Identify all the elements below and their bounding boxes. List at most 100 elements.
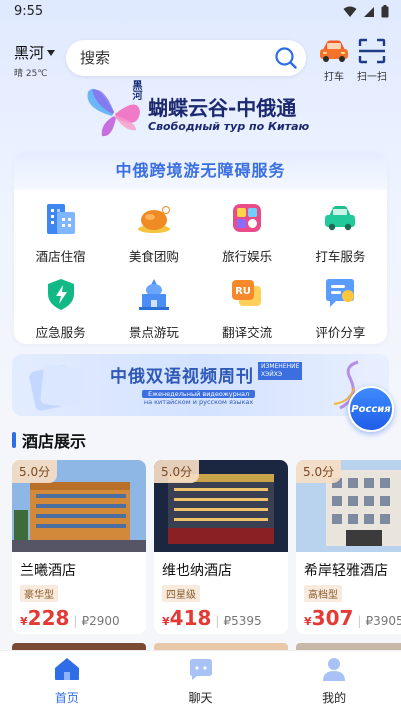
hotel-price: ¥ 418 | ₽5395	[162, 606, 288, 630]
service-taxi[interactable]: 打车服务	[294, 196, 387, 264]
service-label: 翻译交流	[222, 325, 273, 340]
video-banner-title: 中俄双语视频周刊	[110, 367, 254, 387]
scan-label: 扫一扫	[357, 72, 387, 83]
hotel-card[interactable]: 5.0分 兰曦酒店 豪华型 ¥ 228 | ₽2900	[12, 460, 146, 634]
landmark-icon	[138, 279, 169, 310]
service-travel[interactable]: 旅行娱乐	[201, 196, 294, 264]
subtitle-line-1: Еженедельный видеожурнал	[142, 390, 256, 398]
home-icon	[54, 658, 79, 680]
price-value: 228	[27, 606, 70, 630]
brand-banner: 黑河 蝴蝶云谷-中俄通 Свободный тур по Китаю	[86, 80, 326, 142]
subtitle-line-2: на китайском и русском языках	[143, 398, 254, 406]
banner-subtitle: Свободный тур по Китаю	[148, 120, 310, 133]
banner-tag: 黑河	[130, 80, 141, 100]
chat-icon	[189, 659, 212, 680]
hotel-section-header: 酒店展示	[12, 428, 86, 452]
price-rub: ₽2900	[81, 614, 120, 628]
tab-label: 我的	[322, 691, 347, 705]
emergency-shield-icon	[47, 279, 74, 310]
bottom-tab-bar: 首页 聊天 我的	[0, 650, 401, 714]
service-label: 应急服务	[35, 325, 86, 340]
price-currency: ¥	[20, 615, 28, 628]
video-banner-ru-tag: ИЗМЕНЕНИЕ ХЭЙХЭ	[258, 362, 303, 380]
video-weekly-banner[interactable]: 中俄双语视频周刊 ИЗМЕНЕНИЕ ХЭЙХЭ Еженедельный ви…	[12, 354, 389, 416]
tab-home[interactable]: 首页	[0, 651, 134, 714]
svg-text:RU: RU	[235, 286, 251, 297]
service-food[interactable]: 美食团购	[107, 196, 200, 264]
hotel-photo: 5.0分	[296, 460, 401, 552]
hotel-photo: 5.0分	[154, 460, 288, 552]
scan-icon	[358, 38, 386, 64]
hotel-price: ¥ 307 | ₽3905	[304, 606, 401, 630]
hotel-card[interactable]: 5.0分 希岸轻雅酒店 高档型 ¥ 307 | ₽3905	[296, 460, 401, 634]
price-rub: ₽3905	[365, 614, 401, 628]
hotel-rating: 5.0分	[154, 460, 200, 483]
cellular-signal-icon	[364, 6, 374, 17]
price-currency: ¥	[304, 615, 312, 628]
service-review[interactable]: 评价分享	[294, 272, 387, 340]
price-value: 307	[311, 606, 354, 630]
hotel-list: 5.0分 兰曦酒店 豪华型 ¥ 228 | ₽2900 5.0分 维也纳酒店 四…	[12, 460, 401, 636]
price-divider: |	[357, 614, 362, 628]
hotel-photo: 5.0分	[12, 460, 146, 552]
scan-button[interactable]: 扫一扫	[352, 38, 392, 83]
hotel-card[interactable]: 5.0分 维也纳酒店 四星级 ¥ 418 | ₽5395	[154, 460, 288, 634]
ru-tag-line-1: ИЗМЕНЕНИЕ	[261, 363, 300, 370]
tab-label: 聊天	[188, 691, 213, 705]
service-attractions[interactable]: 景点游玩	[107, 272, 200, 340]
taxi-car-icon	[320, 40, 348, 62]
service-label: 美食团购	[128, 249, 179, 264]
roast-chicken-icon	[137, 206, 170, 233]
hotel-rating: 5.0分	[296, 460, 342, 483]
price-divider: |	[215, 614, 220, 628]
hotel-section-title: 酒店展示	[22, 432, 87, 451]
search-input[interactable]	[80, 40, 260, 76]
review-chat-icon	[326, 279, 355, 307]
section-accent-bar	[12, 432, 16, 448]
tab-label: 首页	[54, 691, 79, 705]
russia-language-button[interactable]: Россия	[348, 386, 394, 432]
search-bar[interactable]	[66, 40, 306, 76]
weather-text: 晴 25℃	[14, 69, 48, 79]
caret-down-icon	[47, 49, 56, 56]
location-selector[interactable]: 黑河 晴 25℃	[14, 42, 56, 79]
services-grid: 酒店住宿 美食团购 旅行娱乐 打车服务 应急服务 景点游玩 RU 翻译交流 评价…	[14, 196, 387, 340]
taxi-button[interactable]: 打车	[314, 38, 354, 83]
hotel-rating: 5.0分	[12, 460, 58, 483]
travel-app-icon	[233, 204, 262, 232]
hotel-name: 兰曦酒店	[20, 563, 76, 579]
tab-profile[interactable]: 我的	[267, 651, 401, 714]
hotel-grade-badge: 四星级	[162, 585, 200, 602]
status-time: 9:55	[14, 4, 44, 19]
services-title: 中俄跨境游无障碍服务	[14, 152, 387, 190]
service-emergency[interactable]: 应急服务	[14, 272, 107, 340]
hotel-grade-badge: 高档型	[304, 585, 342, 602]
hotel-price: ¥ 228 | ₽2900	[20, 606, 146, 630]
city-selector[interactable]: 黑河	[14, 42, 56, 63]
tab-chat[interactable]: 聊天	[134, 651, 268, 714]
service-label: 打车服务	[315, 249, 366, 264]
banner-title: 蝴蝶云谷-中俄通	[148, 96, 297, 120]
translate-ru-icon: RU	[232, 280, 262, 306]
book-illustration-icon	[29, 364, 84, 411]
service-translate[interactable]: RU 翻译交流	[201, 272, 294, 340]
price-currency: ¥	[162, 615, 170, 628]
hotel-name: 希岸轻雅酒店	[304, 563, 388, 579]
profile-icon	[323, 658, 346, 681]
services-card: 中俄跨境游无障碍服务 酒店住宿 美食团购 旅行娱乐 打车服务 应急服务 景点游玩…	[14, 152, 387, 344]
status-bar: 9:55	[0, 0, 401, 24]
hotel-name: 维也纳酒店	[162, 563, 232, 579]
service-label: 酒店住宿	[35, 249, 86, 264]
city-name: 黑河	[14, 44, 45, 62]
service-label: 景点游玩	[128, 325, 179, 340]
price-rub: ₽5395	[223, 614, 262, 628]
taxi-car-icon	[325, 206, 356, 231]
ru-tag-line-2: ХЭЙХЭ	[261, 371, 283, 378]
price-value: 418	[169, 606, 212, 630]
service-hotel[interactable]: 酒店住宿	[14, 196, 107, 264]
battery-icon	[381, 5, 389, 18]
search-icon[interactable]	[274, 46, 298, 70]
hotel-building-icon	[46, 204, 75, 234]
status-icons	[343, 5, 389, 18]
wifi-icon	[343, 6, 357, 17]
